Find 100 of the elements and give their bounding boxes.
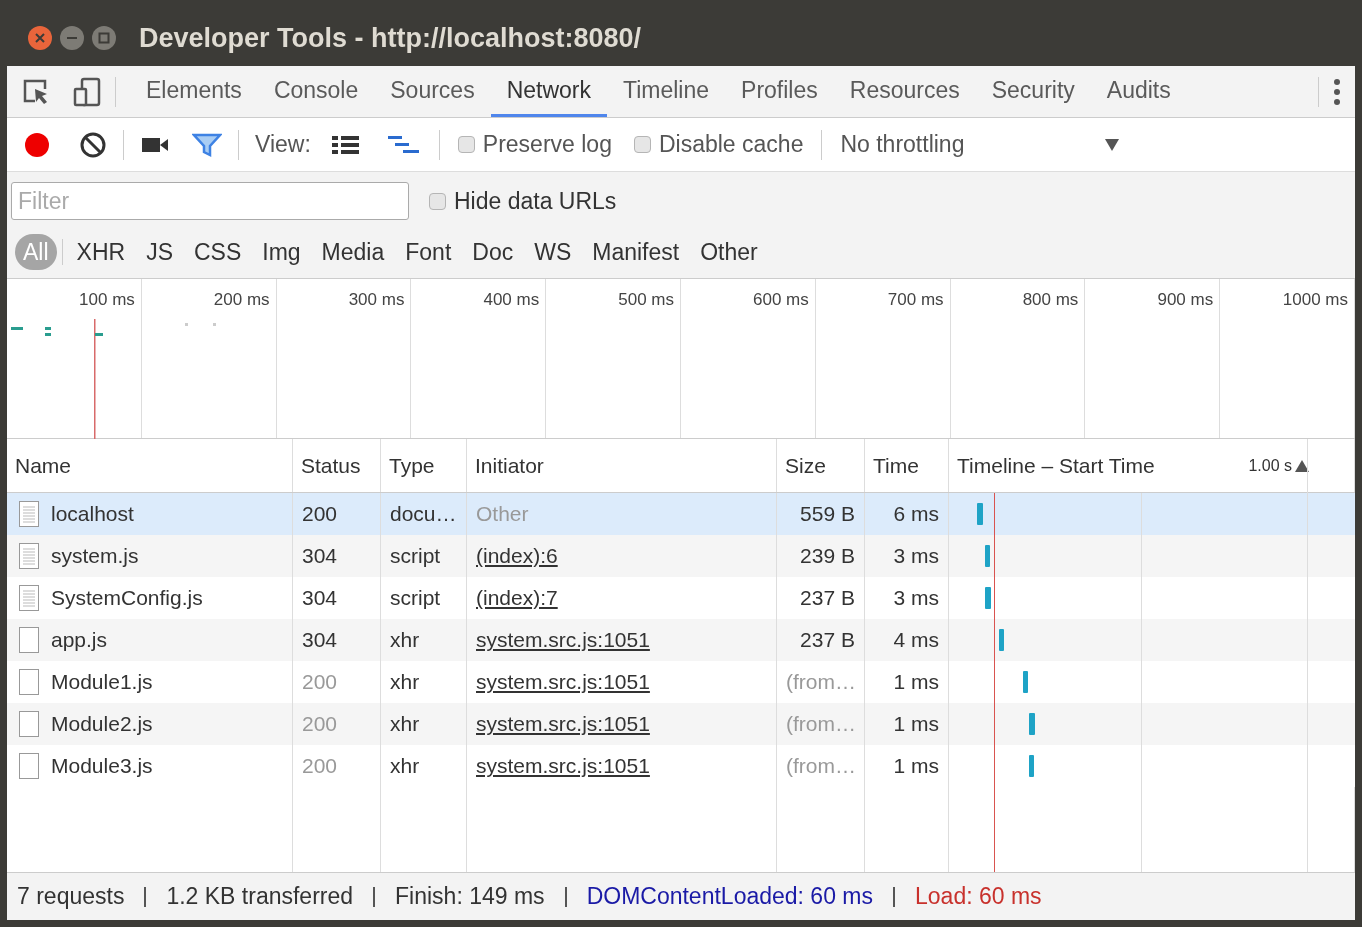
request-row[interactable]: system.js 304 script (index):6 239 B 3 ms (7, 535, 1355, 577)
table-cell-text: 304 (302, 627, 338, 654)
waterfall-bar (1023, 671, 1028, 693)
checkbox[interactable] (429, 192, 446, 210)
table-cell-text: docu… (390, 501, 457, 528)
maximize-icon[interactable] (91, 25, 117, 51)
type-filter[interactable]: JS (138, 234, 181, 270)
request-row[interactable]: Module2.js 200 xhr system.src.js:1051 (from… 1 ms (7, 703, 1355, 745)
type-filter[interactable]: XHR (68, 234, 134, 270)
table-cell-text: (from… (786, 753, 856, 780)
type-filter[interactable]: Font (397, 234, 460, 270)
record-icon[interactable] (23, 130, 51, 159)
waterfall-bar (977, 503, 983, 525)
status-text: 1.2 KB transferred (166, 882, 354, 912)
minimize-icon[interactable] (59, 25, 85, 51)
tab[interactable]: Network (490, 66, 607, 117)
table-cell-text: xhr (390, 627, 420, 654)
filter-icon[interactable] (192, 131, 222, 158)
status-text: 7 requests (17, 882, 125, 912)
table-cell-text: (from… (786, 669, 856, 696)
table-cell-text: 559 B (800, 501, 855, 528)
request-row[interactable]: app.js 304 xhr system.src.js:1051 237 B 4 ms (7, 619, 1355, 661)
tab[interactable]: Sources (374, 66, 491, 117)
column-header[interactable]: Initiator (475, 449, 544, 482)
checkbox[interactable] (457, 136, 475, 153)
filter-field[interactable]: Filter (11, 182, 409, 220)
column-header[interactable]: Time (873, 449, 919, 482)
status-text: Finish: 149 ms (395, 882, 545, 912)
waterfall-bar (985, 545, 990, 567)
clear-icon[interactable] (79, 130, 107, 159)
tick-label: 500 ms (618, 289, 674, 311)
table-cell-text: xhr (390, 711, 420, 738)
table-cell-text: 1 ms (893, 753, 939, 780)
table-cell-text: (from… (786, 711, 856, 738)
checkbox-label[interactable]: Hide data URLs (429, 183, 617, 219)
status-text: Load: 60 ms (915, 882, 1042, 912)
table-cell-text: 237 B (800, 627, 855, 654)
document-icon (19, 501, 39, 527)
tab[interactable]: Console (257, 66, 375, 117)
initiator-link[interactable]: system.src.js:1051 (476, 750, 650, 782)
tab[interactable]: Audits (1090, 66, 1187, 117)
column-header[interactable]: Size (785, 449, 826, 482)
tab[interactable]: Security (975, 66, 1091, 117)
blank-file-icon (19, 669, 39, 695)
initiator-link[interactable]: system.src.js:1051 (476, 666, 650, 698)
checkbox-label[interactable]: Disable cache (633, 127, 804, 162)
more-icon[interactable] (1333, 77, 1341, 106)
checkbox[interactable] (633, 136, 651, 153)
column-header[interactable]: Name (15, 449, 72, 482)
type-filter[interactable]: Media (313, 234, 393, 270)
waterfall-bar (1029, 713, 1035, 735)
tick-label: 1000 ms (1282, 289, 1348, 311)
tab[interactable]: Timeline (607, 66, 726, 117)
list-view-icon[interactable] (330, 133, 361, 156)
table-cell-text: 3 ms (893, 585, 939, 612)
request-row[interactable]: localhost 200 docu… Other 559 B 6 ms (7, 493, 1355, 535)
table-cell-text: 6 ms (893, 501, 939, 528)
blank-file-icon (19, 711, 39, 737)
type-filter[interactable]: Other (692, 234, 766, 270)
table-cell-text: script (390, 585, 441, 612)
tick-label: 600 ms (753, 289, 809, 311)
tick-label: 400 ms (483, 289, 540, 311)
table-cell-text: 1 ms (893, 669, 939, 696)
table-cell-text: 200 (302, 501, 338, 528)
tick-label: 200 ms (213, 289, 270, 311)
column-header[interactable]: Status (301, 449, 361, 482)
table-cell-text: 304 (302, 585, 338, 612)
throttling-dropdown[interactable]: No throttling (840, 127, 1121, 162)
tab[interactable]: Elements (130, 66, 258, 117)
initiator-link[interactable]: (index):6 (476, 540, 558, 572)
status-text: DOMContentLoaded: 60 ms (586, 882, 873, 912)
tab[interactable]: Resources (833, 66, 976, 117)
initiator-link[interactable]: (index):7 (476, 582, 558, 614)
table-cell-text: 200 (302, 753, 338, 780)
type-filter[interactable]: Img (254, 234, 309, 270)
window-title: Developer Tools - http://localhost:8080/ (139, 21, 642, 55)
type-filter[interactable]: CSS (185, 234, 250, 270)
type-filter[interactable]: Manifest (584, 234, 688, 270)
table-cell-text: xhr (390, 753, 420, 780)
waterfall-bar (985, 587, 991, 609)
checkbox-label[interactable]: Preserve log (457, 127, 612, 162)
tab[interactable]: Profiles (725, 66, 834, 117)
tick-label: 700 ms (887, 289, 944, 311)
column-header[interactable]: Type (389, 449, 435, 482)
tick-label: 800 ms (1022, 289, 1079, 311)
close-icon[interactable] (27, 25, 53, 51)
type-filter[interactable]: WS (526, 234, 580, 270)
table-cell-text: Module1.js (51, 669, 153, 696)
type-filter[interactable]: Doc (464, 234, 522, 270)
waterfall-view-icon[interactable] (386, 133, 421, 156)
table-cell-text: xhr (390, 669, 420, 696)
table-cell-text: Module3.js (51, 753, 153, 780)
table-cell-text: Module2.js (51, 711, 153, 738)
column-header[interactable]: Timeline – Start Time (957, 449, 1155, 482)
initiator-link[interactable]: system.src.js:1051 (476, 708, 650, 740)
device-icon[interactable] (73, 76, 101, 107)
initiator-link[interactable]: system.src.js:1051 (476, 624, 650, 656)
sort-arrow-icon[interactable] (1294, 458, 1310, 473)
blank-file-icon (19, 627, 39, 653)
table-cell-text: 3 ms (893, 543, 939, 570)
